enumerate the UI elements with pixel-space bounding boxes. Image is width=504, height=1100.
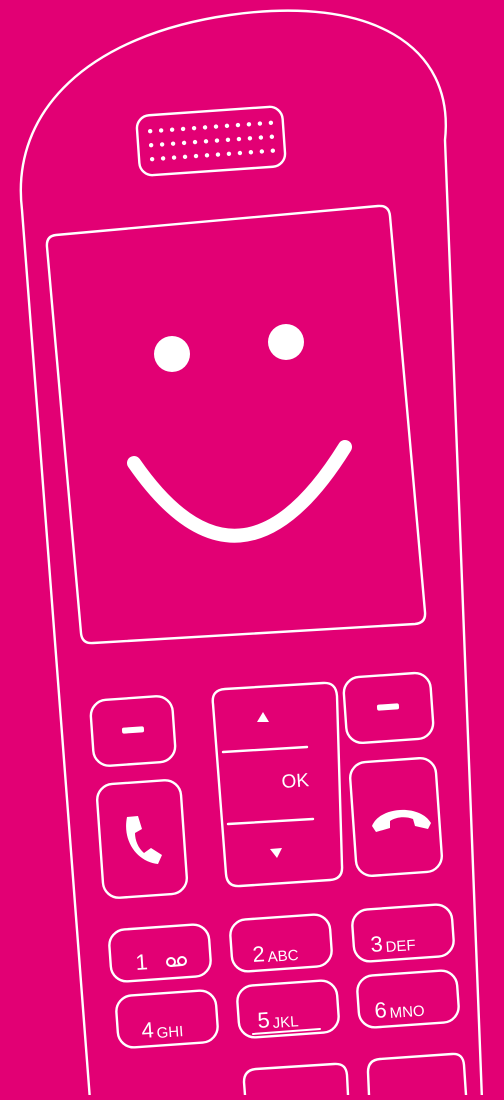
key-1[interactable] bbox=[108, 923, 212, 983]
minus-icon bbox=[121, 726, 145, 734]
key-8-partial[interactable] bbox=[242, 1062, 350, 1097]
speaker-grille bbox=[135, 105, 287, 177]
left-eye bbox=[154, 336, 190, 372]
call-key[interactable] bbox=[96, 779, 188, 899]
key-9-partial[interactable] bbox=[366, 1052, 468, 1097]
handset-outline bbox=[19, 9, 484, 1100]
navigation-key[interactable] bbox=[211, 681, 344, 888]
triangle-down-icon[interactable] bbox=[270, 848, 282, 858]
nav-divider-bottom bbox=[226, 817, 315, 826]
hang-up-icon bbox=[372, 809, 431, 832]
display-screen bbox=[45, 204, 427, 645]
key-4-digit: 4 bbox=[141, 1017, 155, 1043]
key-2-letters: ABC bbox=[267, 947, 299, 966]
ok-label[interactable]: OK bbox=[281, 770, 310, 793]
key-3-digit: 3 bbox=[370, 931, 384, 957]
smile-mouth bbox=[127, 440, 352, 543]
key-5-digit: 5 bbox=[257, 1007, 271, 1033]
end-call-key[interactable] bbox=[349, 757, 443, 877]
key-6-digit: 6 bbox=[374, 997, 388, 1023]
key-3-letters: DEF bbox=[385, 937, 416, 956]
right-softkey[interactable] bbox=[342, 671, 435, 745]
left-softkey[interactable] bbox=[89, 695, 177, 767]
key-4-letters: GHI bbox=[156, 1023, 184, 1042]
nav-divider-top bbox=[221, 745, 309, 754]
phone-illustration: OK 1 2 ABC 3 DEF 4 GHI 5 JKL 6 MNO bbox=[19, 9, 484, 1100]
phone-handset-icon bbox=[126, 816, 162, 864]
key-2-digit: 2 bbox=[252, 941, 266, 967]
right-eye bbox=[268, 324, 304, 360]
illustration: OK 1 2 ABC 3 DEF 4 GHI 5 JKL 6 MNO bbox=[0, 0, 504, 1100]
smiley-face bbox=[127, 324, 352, 543]
key-1-digit: 1 bbox=[135, 949, 149, 975]
key-5-letters: JKL bbox=[272, 1013, 299, 1032]
minus-icon bbox=[376, 703, 400, 711]
triangle-up-icon[interactable] bbox=[257, 712, 269, 722]
key-6-letters: MNO bbox=[389, 1003, 425, 1022]
